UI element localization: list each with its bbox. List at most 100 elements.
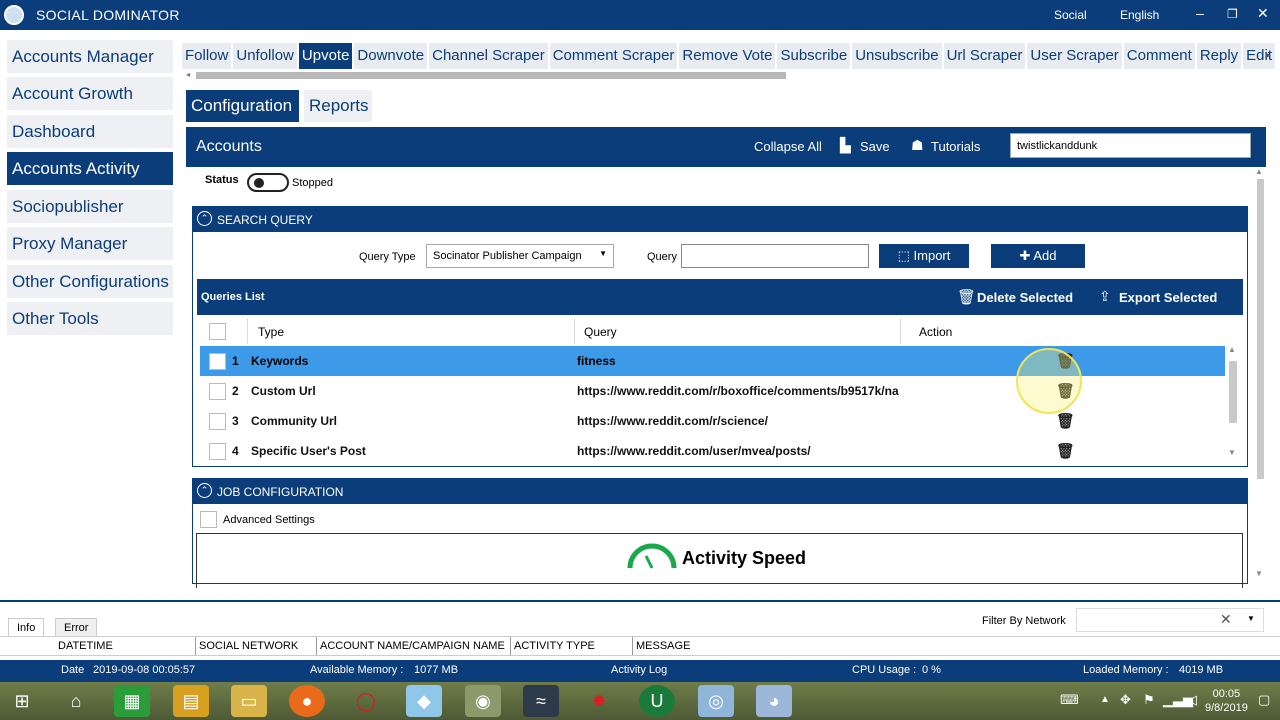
user-menu[interactable]: Social xyxy=(1054,8,1087,22)
scroll-left-icon[interactable]: ◂ xyxy=(186,70,190,79)
column-type[interactable]: Type xyxy=(258,325,284,339)
scroll-down-icon[interactable]: ▼ xyxy=(1255,569,1263,578)
tabs-horizontal-scrollbar[interactable]: ◂ xyxy=(186,70,1270,80)
tab-reply[interactable]: Reply xyxy=(1196,43,1242,69)
nav-item-account-growth[interactable]: Account Growth xyxy=(7,77,173,110)
row-checkbox[interactable] xyxy=(209,443,226,460)
scrollbar-thumb[interactable] xyxy=(196,72,786,79)
nav-item-other-tools[interactable]: Other Tools xyxy=(7,302,173,335)
column-query[interactable]: Query xyxy=(584,325,617,339)
save-button[interactable]: Save xyxy=(860,139,890,154)
clock[interactable]: 00:05 9/8/2019 xyxy=(1205,687,1248,715)
tab-reports[interactable]: Reports xyxy=(304,90,372,122)
row-checkbox[interactable] xyxy=(209,353,226,370)
tab-comment[interactable]: Comment xyxy=(1123,43,1195,69)
table-row[interactable]: 3 Community Url https://www.reddit.com/r… xyxy=(200,406,1225,436)
social-dominator-taskbar-icon[interactable]: ◕ xyxy=(756,685,792,717)
notes-icon[interactable]: ▤ xyxy=(173,685,209,717)
chrome-icon[interactable]: ◉ xyxy=(465,685,501,717)
log-column-activity-type[interactable]: ACTIVITY TYPE xyxy=(514,640,595,652)
log-column-message[interactable]: MESSAGE xyxy=(636,640,690,652)
tabs-scroll-right-icon[interactable]: ▸ xyxy=(1266,50,1271,61)
query-type-dropdown[interactable]: Socinator Publisher Campaign ▼ xyxy=(426,244,614,268)
scrollbar-thumb[interactable] xyxy=(1257,179,1264,479)
activity-log-button[interactable]: Activity Log xyxy=(611,664,667,676)
column-action[interactable]: Action xyxy=(919,325,952,339)
row-checkbox[interactable] xyxy=(209,413,226,430)
app-icon[interactable]: U xyxy=(639,685,675,717)
advanced-settings-checkbox[interactable] xyxy=(200,511,217,528)
delete-row-icon[interactable]: 🗑 xyxy=(1056,412,1075,430)
import-button[interactable]: ⬚ Import xyxy=(879,244,969,268)
notifications-icon[interactable]: ▢ xyxy=(1258,692,1270,708)
table-row[interactable]: 4 Specific User's Post https://www.reddi… xyxy=(200,436,1225,462)
log-tab-error[interactable]: Error xyxy=(55,618,98,638)
collapse-up-icon[interactable]: ⌃ xyxy=(197,483,212,498)
keyboard-icon[interactable]: ⌨ xyxy=(1060,692,1079,708)
tab-upvote[interactable]: Upvote xyxy=(298,43,353,69)
windows-start-icon[interactable]: ⊞ xyxy=(4,685,40,717)
app-icon[interactable]: ≈ xyxy=(523,685,559,717)
nav-item-sociopublisher[interactable]: Sociopublisher xyxy=(7,190,173,223)
minimize-button[interactable]: – xyxy=(1196,5,1204,21)
chevron-down-icon[interactable]: ▼ xyxy=(1247,614,1255,623)
spreadsheet-icon[interactable]: ▦ xyxy=(114,685,150,717)
log-column-social-network[interactable]: SOCIAL NETWORK xyxy=(199,640,298,652)
scroll-down-icon[interactable]: ▼ xyxy=(1228,448,1236,457)
queries-vertical-scrollbar[interactable]: ▲ ▼ xyxy=(1227,345,1239,463)
nav-item-accounts-activity[interactable]: Accounts Activity xyxy=(7,152,173,185)
scroll-up-icon[interactable]: ▲ xyxy=(1255,167,1263,176)
volume-icon[interactable]: ◁ xyxy=(1187,692,1197,708)
filter-by-network-select[interactable]: ✕ ▼ xyxy=(1076,608,1264,632)
query-input[interactable] xyxy=(681,244,869,268)
search-query-section-header[interactable]: ⌃ SEARCH QUERY xyxy=(192,206,1248,232)
add-button[interactable]: ✚ Add xyxy=(991,244,1085,268)
tab-unfollow[interactable]: Unfollow xyxy=(233,43,297,69)
app-icon[interactable]: ✹ xyxy=(581,685,617,717)
tab-follow[interactable]: Follow xyxy=(182,43,232,69)
select-all-checkbox[interactable] xyxy=(209,323,226,340)
tutorials-button[interactable]: Tutorials xyxy=(931,139,980,154)
log-column-datetime[interactable]: DATETIME xyxy=(58,640,113,652)
scroll-up-icon[interactable]: ▲ xyxy=(1228,345,1236,354)
account-selector[interactable] xyxy=(1010,133,1251,158)
language-menu[interactable]: English xyxy=(1120,8,1159,22)
tab-comment-scraper[interactable]: Comment Scraper xyxy=(549,43,678,69)
delete-selected-button[interactable]: Delete Selected xyxy=(977,290,1073,305)
scrollbar-thumb[interactable] xyxy=(1229,361,1237,423)
log-column-account-name[interactable]: ACCOUNT NAME/CAMPAIGN NAME xyxy=(320,640,505,652)
tray-icon[interactable]: ⚑ xyxy=(1143,692,1155,708)
status-toggle[interactable] xyxy=(247,173,289,192)
tray-expand-icon[interactable]: ▲ xyxy=(1100,694,1110,705)
main-vertical-scrollbar[interactable]: ▲ ▼ xyxy=(1253,167,1267,583)
app-icon[interactable]: ◆ xyxy=(406,685,442,717)
delete-row-icon[interactable]: 🗑 xyxy=(1056,442,1075,460)
tab-downvote[interactable]: Downvote xyxy=(354,43,428,69)
tab-unsubscribe[interactable]: Unsubscribe xyxy=(852,43,942,69)
nav-item-proxy-manager[interactable]: Proxy Manager xyxy=(7,227,173,260)
app-icon[interactable]: ◎ xyxy=(698,685,734,717)
export-selected-button[interactable]: Export Selected xyxy=(1119,290,1217,305)
tab-url-scraper[interactable]: Url Scraper xyxy=(943,43,1026,69)
tab-remove-vote[interactable]: Remove Vote xyxy=(679,43,776,69)
tab-subscribe[interactable]: Subscribe xyxy=(777,43,851,69)
row-checkbox[interactable] xyxy=(209,383,226,400)
nav-item-dashboard[interactable]: Dashboard xyxy=(7,115,173,148)
restore-button[interactable]: ❐ xyxy=(1227,7,1238,21)
opera-icon[interactable]: ◯ xyxy=(348,685,384,717)
collapse-up-icon[interactable]: ⌃ xyxy=(197,211,212,226)
home-icon[interactable]: ⌂ xyxy=(58,685,94,717)
firefox-icon[interactable]: ● xyxy=(289,685,325,717)
tray-icon[interactable]: ✥ xyxy=(1120,692,1131,708)
tab-configuration[interactable]: Configuration xyxy=(186,90,299,122)
nav-item-accounts-manager[interactable]: Accounts Manager xyxy=(7,40,173,73)
log-tab-info[interactable]: Info xyxy=(8,618,45,638)
collapse-all-button[interactable]: Collapse All xyxy=(754,139,822,154)
file-explorer-icon[interactable]: ▭ xyxy=(231,685,267,717)
tab-user-scraper[interactable]: User Scraper xyxy=(1027,43,1122,69)
job-configuration-section-header[interactable]: ⌃ JOB CONFIGURATION xyxy=(192,478,1248,504)
nav-item-other-configurations[interactable]: Other Configurations xyxy=(7,265,173,298)
tab-channel-scraper[interactable]: Channel Scraper xyxy=(429,43,548,69)
clear-icon[interactable]: ✕ xyxy=(1220,611,1232,628)
close-button[interactable]: ✕ xyxy=(1257,5,1269,22)
